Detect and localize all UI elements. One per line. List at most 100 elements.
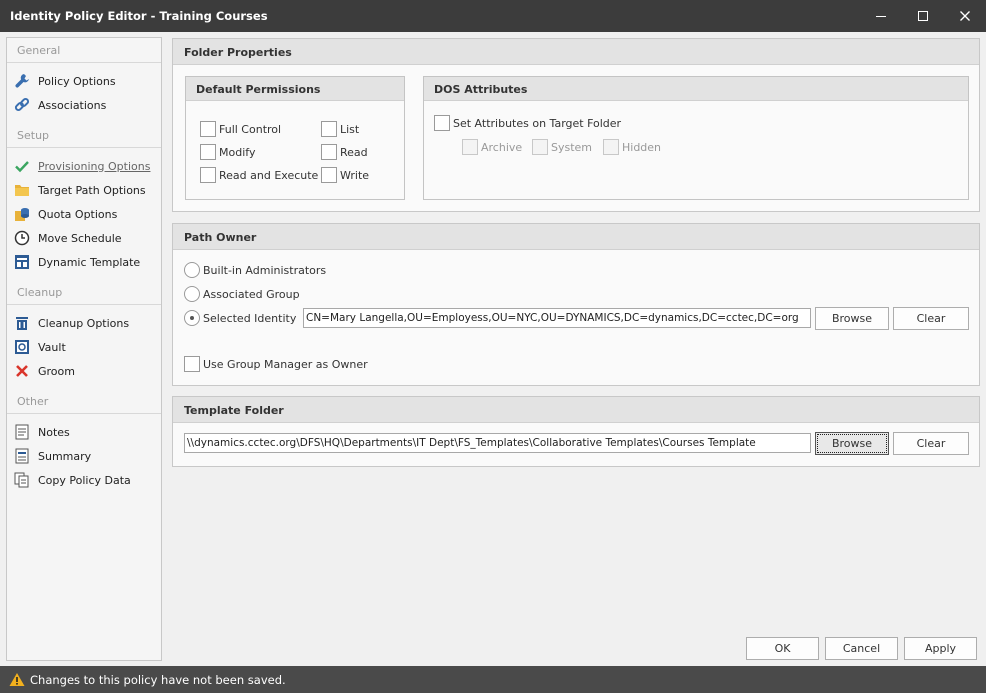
sidebar-item-label: Notes <box>38 425 70 439</box>
sidebar-item-policy-options[interactable]: Policy Options <box>12 71 160 91</box>
identity-clear-button[interactable]: Clear <box>893 307 969 330</box>
full-control-checkbox[interactable]: Full Control <box>200 121 281 137</box>
link-icon <box>12 96 32 114</box>
checkbox-box[interactable] <box>321 144 337 160</box>
checkbox-box[interactable] <box>532 139 548 155</box>
read-checkbox[interactable]: Read <box>321 144 368 160</box>
checkbox-label: Full Control <box>219 122 282 136</box>
checkbox-label: Write <box>340 168 370 182</box>
dos-attributes-group: DOS Attributes Set Attributes on Target … <box>423 76 969 200</box>
status-bar: Changes to this policy have not been sav… <box>0 666 986 693</box>
title-bar: Identity Policy Editor - Training Course… <box>0 0 986 32</box>
checkbox-label: Archive <box>481 140 523 154</box>
group-title: DOS Attributes <box>434 83 528 96</box>
section-general: General <box>17 44 61 57</box>
sidebar-item-notes[interactable]: Notes <box>12 422 160 442</box>
sidebar-item-copy-policy-data[interactable]: Copy Policy Data <box>12 470 160 490</box>
x-icon <box>12 362 32 380</box>
close-icon <box>960 11 970 21</box>
read-and-execute-checkbox[interactable]: Read and Execute <box>200 167 318 183</box>
folder-properties-panel: Folder Properties Default Permissions Fu… <box>172 38 980 212</box>
status-message: Changes to this policy have not been sav… <box>30 672 286 687</box>
trash-icon <box>12 314 32 332</box>
sidebar-item-associations[interactable]: Associations <box>12 95 160 115</box>
associated-group-radio[interactable]: Associated Group <box>184 286 300 302</box>
path-owner-panel: Path Owner Built-in Administrators Assoc… <box>172 223 980 386</box>
sidebar-item-label: Quota Options <box>38 207 118 221</box>
checkbox-box[interactable] <box>434 115 450 131</box>
checkbox-box[interactable] <box>200 144 216 160</box>
group-header: Default Permissions <box>186 77 404 101</box>
template-browse-button[interactable]: Browse <box>815 432 889 455</box>
checkbox-box[interactable] <box>200 167 216 183</box>
group-header: DOS Attributes <box>424 77 968 101</box>
template-clear-button[interactable]: Clear <box>893 432 969 455</box>
template-icon <box>12 253 32 271</box>
sidebar-item-label: Vault <box>38 340 66 354</box>
checkbox-label: Use Group Manager as Owner <box>203 357 368 371</box>
use-group-manager-checkbox[interactable]: Use Group Manager as Owner <box>184 356 368 372</box>
sidebar-item-quota-options[interactable]: Quota Options <box>12 204 160 224</box>
sidebar-item-groom[interactable]: Groom <box>12 361 160 381</box>
sidebar-item-label: Target Path Options <box>38 183 146 197</box>
vault-icon <box>12 338 32 356</box>
sidebar-item-label: Dynamic Template <box>38 255 141 269</box>
system-checkbox[interactable]: System <box>532 139 592 155</box>
selected-identity-radio[interactable]: Selected Identity <box>184 310 296 326</box>
identity-browse-button[interactable]: Browse <box>815 307 889 330</box>
checkbox-box[interactable] <box>321 121 337 137</box>
radio-label: Associated Group <box>203 287 300 301</box>
radio-circle[interactable] <box>184 262 200 278</box>
divider <box>7 413 161 414</box>
template-folder-input[interactable] <box>184 433 811 453</box>
sidebar-item-cleanup-options[interactable]: Cleanup Options <box>12 313 160 333</box>
checkbox-box[interactable] <box>462 139 478 155</box>
sidebar: General Policy Options Associations Setu… <box>6 37 162 661</box>
sidebar-item-vault[interactable]: Vault <box>12 337 160 357</box>
close-button[interactable] <box>942 0 986 32</box>
window-title: Identity Policy Editor - Training Course… <box>10 9 268 23</box>
modify-checkbox[interactable]: Modify <box>200 144 255 160</box>
checkbox-label: Read <box>340 145 368 159</box>
hidden-checkbox[interactable]: Hidden <box>603 139 661 155</box>
checkbox-box[interactable] <box>200 121 216 137</box>
write-checkbox[interactable]: Write <box>321 167 369 183</box>
summary-icon <box>12 447 32 465</box>
identity-input[interactable] <box>303 308 811 328</box>
ok-button[interactable]: OK <box>746 637 819 660</box>
sidebar-item-dynamic-template[interactable]: Dynamic Template <box>12 252 160 272</box>
apply-button[interactable]: Apply <box>904 637 977 660</box>
cancel-button[interactable]: Cancel <box>825 637 898 660</box>
sidebar-item-label: Summary <box>38 449 92 463</box>
radio-circle[interactable] <box>184 310 200 326</box>
quota-icon <box>12 205 32 223</box>
sidebar-item-target-path-options[interactable]: Target Path Options <box>12 180 160 200</box>
sidebar-item-label: Groom <box>38 364 75 378</box>
checkbox-label: List <box>340 122 360 136</box>
checkbox-box[interactable] <box>321 167 337 183</box>
sidebar-item-move-schedule[interactable]: Move Schedule <box>12 228 160 248</box>
template-folder-panel: Template Folder Browse Clear <box>172 396 980 467</box>
checkbox-label: Modify <box>219 145 256 159</box>
sidebar-item-label: Associations <box>38 98 107 112</box>
group-title: Default Permissions <box>196 83 321 96</box>
minimize-button[interactable] <box>858 0 904 32</box>
sidebar-item-summary[interactable]: Summary <box>12 446 160 466</box>
checkbox-label: Read and Execute <box>219 168 319 182</box>
radio-circle[interactable] <box>184 286 200 302</box>
sidebar-item-provisioning-options[interactable]: Provisioning Options <box>12 156 160 176</box>
folder-icon <box>12 181 32 199</box>
checkbox-label: System <box>551 140 593 154</box>
divider <box>7 304 161 305</box>
checkbox-box[interactable] <box>603 139 619 155</box>
archive-checkbox[interactable]: Archive <box>462 139 522 155</box>
radio-label: Selected Identity <box>203 311 297 325</box>
section-other: Other <box>17 395 49 408</box>
builtin-administrators-radio[interactable]: Built-in Administrators <box>184 262 326 278</box>
set-attributes-checkbox[interactable]: Set Attributes on Target Folder <box>434 115 621 131</box>
checkbox-box[interactable] <box>184 356 200 372</box>
maximize-button[interactable] <box>900 0 946 32</box>
section-setup: Setup <box>17 129 50 142</box>
list-checkbox[interactable]: List <box>321 121 359 137</box>
panel-header: Template Folder <box>173 397 979 423</box>
